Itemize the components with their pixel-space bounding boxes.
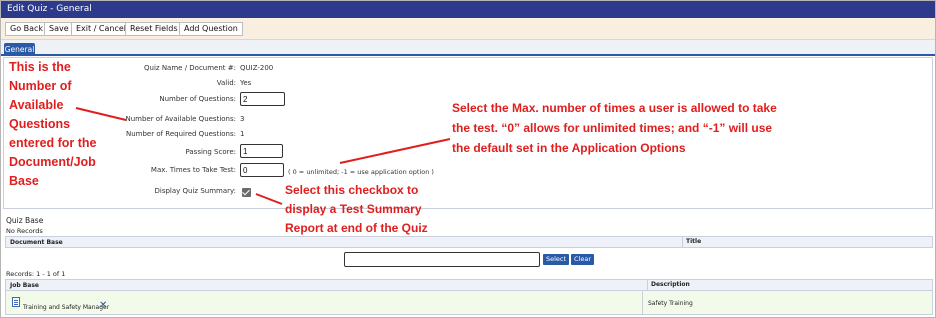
arrow-summary-checkbox <box>255 193 283 205</box>
column-divider <box>642 290 643 315</box>
records-count: Records: 1 - 1 of 1 <box>6 270 66 278</box>
search-input[interactable] <box>344 252 540 267</box>
arrow-available-questions <box>75 107 127 121</box>
column-title[interactable]: Title <box>682 236 701 248</box>
job-base-description: Safety Training <box>648 300 693 307</box>
column-job-base[interactable]: Job Base <box>10 282 39 289</box>
document-icon <box>12 297 20 307</box>
remove-icon[interactable]: ✕ <box>99 300 107 311</box>
annotation-arrows <box>75 107 451 205</box>
table-row: Training and Safety Manager ✕ Safety Tra… <box>5 290 933 315</box>
quiz-base-header: Document Base Title <box>5 236 933 248</box>
column-document-base[interactable]: Document Base <box>10 239 63 246</box>
quiz-base-title: Quiz Base <box>6 216 44 225</box>
quiz-base-empty: No Records <box>6 227 43 235</box>
select-button[interactable]: Select <box>543 254 570 265</box>
job-base-name: Training and Safety Manager <box>23 304 110 311</box>
arrow-max-times <box>339 138 451 164</box>
clear-button[interactable]: Clear <box>571 254 594 265</box>
